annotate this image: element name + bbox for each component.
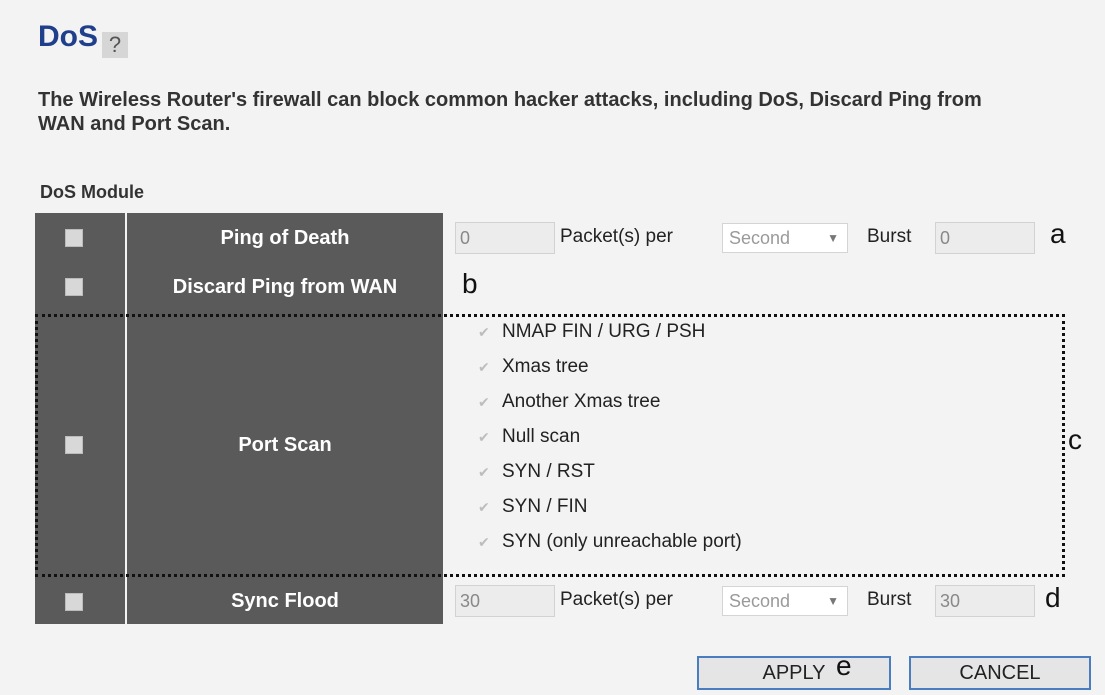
apply-button[interactable]: APPLY — [697, 656, 891, 690]
port-scan-option[interactable]: ✔ SYN / RST — [478, 461, 595, 483]
port-scan-label: Port Scan — [127, 311, 445, 579]
annotation-b: b — [462, 268, 478, 299]
discard-ping-label: Discard Ping from WAN — [127, 263, 445, 311]
sync-flood-checkbox-cell — [35, 579, 127, 624]
dropdown-arrow-icon: ▼ — [827, 231, 839, 245]
sync-flood-burst-label: Burst — [867, 589, 912, 610]
annotation-c: c — [1068, 424, 1082, 455]
checkmark-icon: ✔ — [478, 533, 490, 550]
checkmark-icon: ✔ — [478, 323, 490, 340]
port-scan-option[interactable]: ✔ SYN / FIN — [478, 496, 588, 518]
port-scan-option-label: Another Xmas tree — [502, 391, 661, 412]
page-title: DoS ? — [38, 20, 128, 58]
ping-of-death-unit-select[interactable]: Second ▼ — [722, 223, 848, 253]
checkmark-icon: ✔ — [478, 463, 490, 480]
sync-flood-unit-value: Second — [729, 591, 791, 611]
ping-of-death-packets-input[interactable]: 0 — [455, 222, 555, 254]
port-scan-option[interactable]: ✔ Xmas tree — [478, 356, 589, 378]
port-scan-option-label: SYN (only unreachable port) — [502, 531, 742, 552]
ping-of-death-checkbox[interactable] — [65, 229, 83, 247]
ping-of-death-burst-input[interactable]: 0 — [935, 222, 1035, 254]
port-scan-option[interactable]: ✔ Another Xmas tree — [478, 391, 660, 413]
ping-of-death-unit-value: Second — [729, 228, 791, 248]
port-scan-option-label: SYN / FIN — [502, 496, 588, 517]
annotation-a: a — [1050, 218, 1066, 249]
annotation-e: e — [836, 650, 852, 681]
help-icon[interactable]: ? — [102, 32, 128, 58]
port-scan-option-label: NMAP FIN / URG / PSH — [502, 321, 706, 342]
port-scan-option-label: Null scan — [502, 426, 581, 447]
port-scan-option-label: SYN / RST — [502, 461, 595, 482]
sync-flood-packets-input[interactable]: 30 — [455, 585, 555, 617]
page-title-text: DoS — [38, 20, 98, 53]
page-description: The Wireless Router's firewall can block… — [38, 89, 982, 135]
apply-button-label: APPLY — [762, 661, 826, 684]
checkmark-icon: ✔ — [478, 393, 490, 410]
ping-of-death-checkbox-cell — [35, 213, 127, 263]
cancel-button[interactable]: CANCEL — [909, 656, 1091, 690]
ping-of-death-label: Ping of Death — [127, 213, 445, 263]
discard-ping-checkbox-cell — [35, 263, 127, 311]
sync-flood-checkbox[interactable] — [65, 593, 83, 611]
annotation-d: d — [1045, 582, 1061, 613]
dropdown-arrow-icon: ▼ — [827, 594, 839, 608]
port-scan-option[interactable]: ✔ NMAP FIN / URG / PSH — [478, 321, 705, 343]
port-scan-option[interactable]: ✔ SYN (only unreachable port) — [478, 531, 742, 553]
sync-flood-burst-input[interactable]: 30 — [935, 585, 1035, 617]
port-scan-option-label: Xmas tree — [502, 356, 589, 377]
sync-flood-label: Sync Flood — [127, 579, 445, 624]
cancel-button-label: CANCEL — [959, 661, 1041, 684]
port-scan-checkbox[interactable] — [65, 436, 83, 454]
checkmark-icon: ✔ — [478, 498, 490, 515]
sync-flood-packets-per-label: Packet(s) per — [560, 589, 673, 610]
ping-of-death-packets-per-label: Packet(s) per — [560, 226, 673, 247]
ping-of-death-burst-label: Burst — [867, 226, 912, 247]
checkmark-icon: ✔ — [478, 358, 490, 375]
sync-flood-unit-select[interactable]: Second ▼ — [722, 586, 848, 616]
port-scan-checkbox-cell — [35, 311, 127, 579]
discard-ping-checkbox[interactable] — [65, 278, 83, 296]
port-scan-option[interactable]: ✔ Null scan — [478, 426, 580, 448]
module-label: DoS Module — [40, 182, 144, 202]
checkmark-icon: ✔ — [478, 428, 490, 445]
